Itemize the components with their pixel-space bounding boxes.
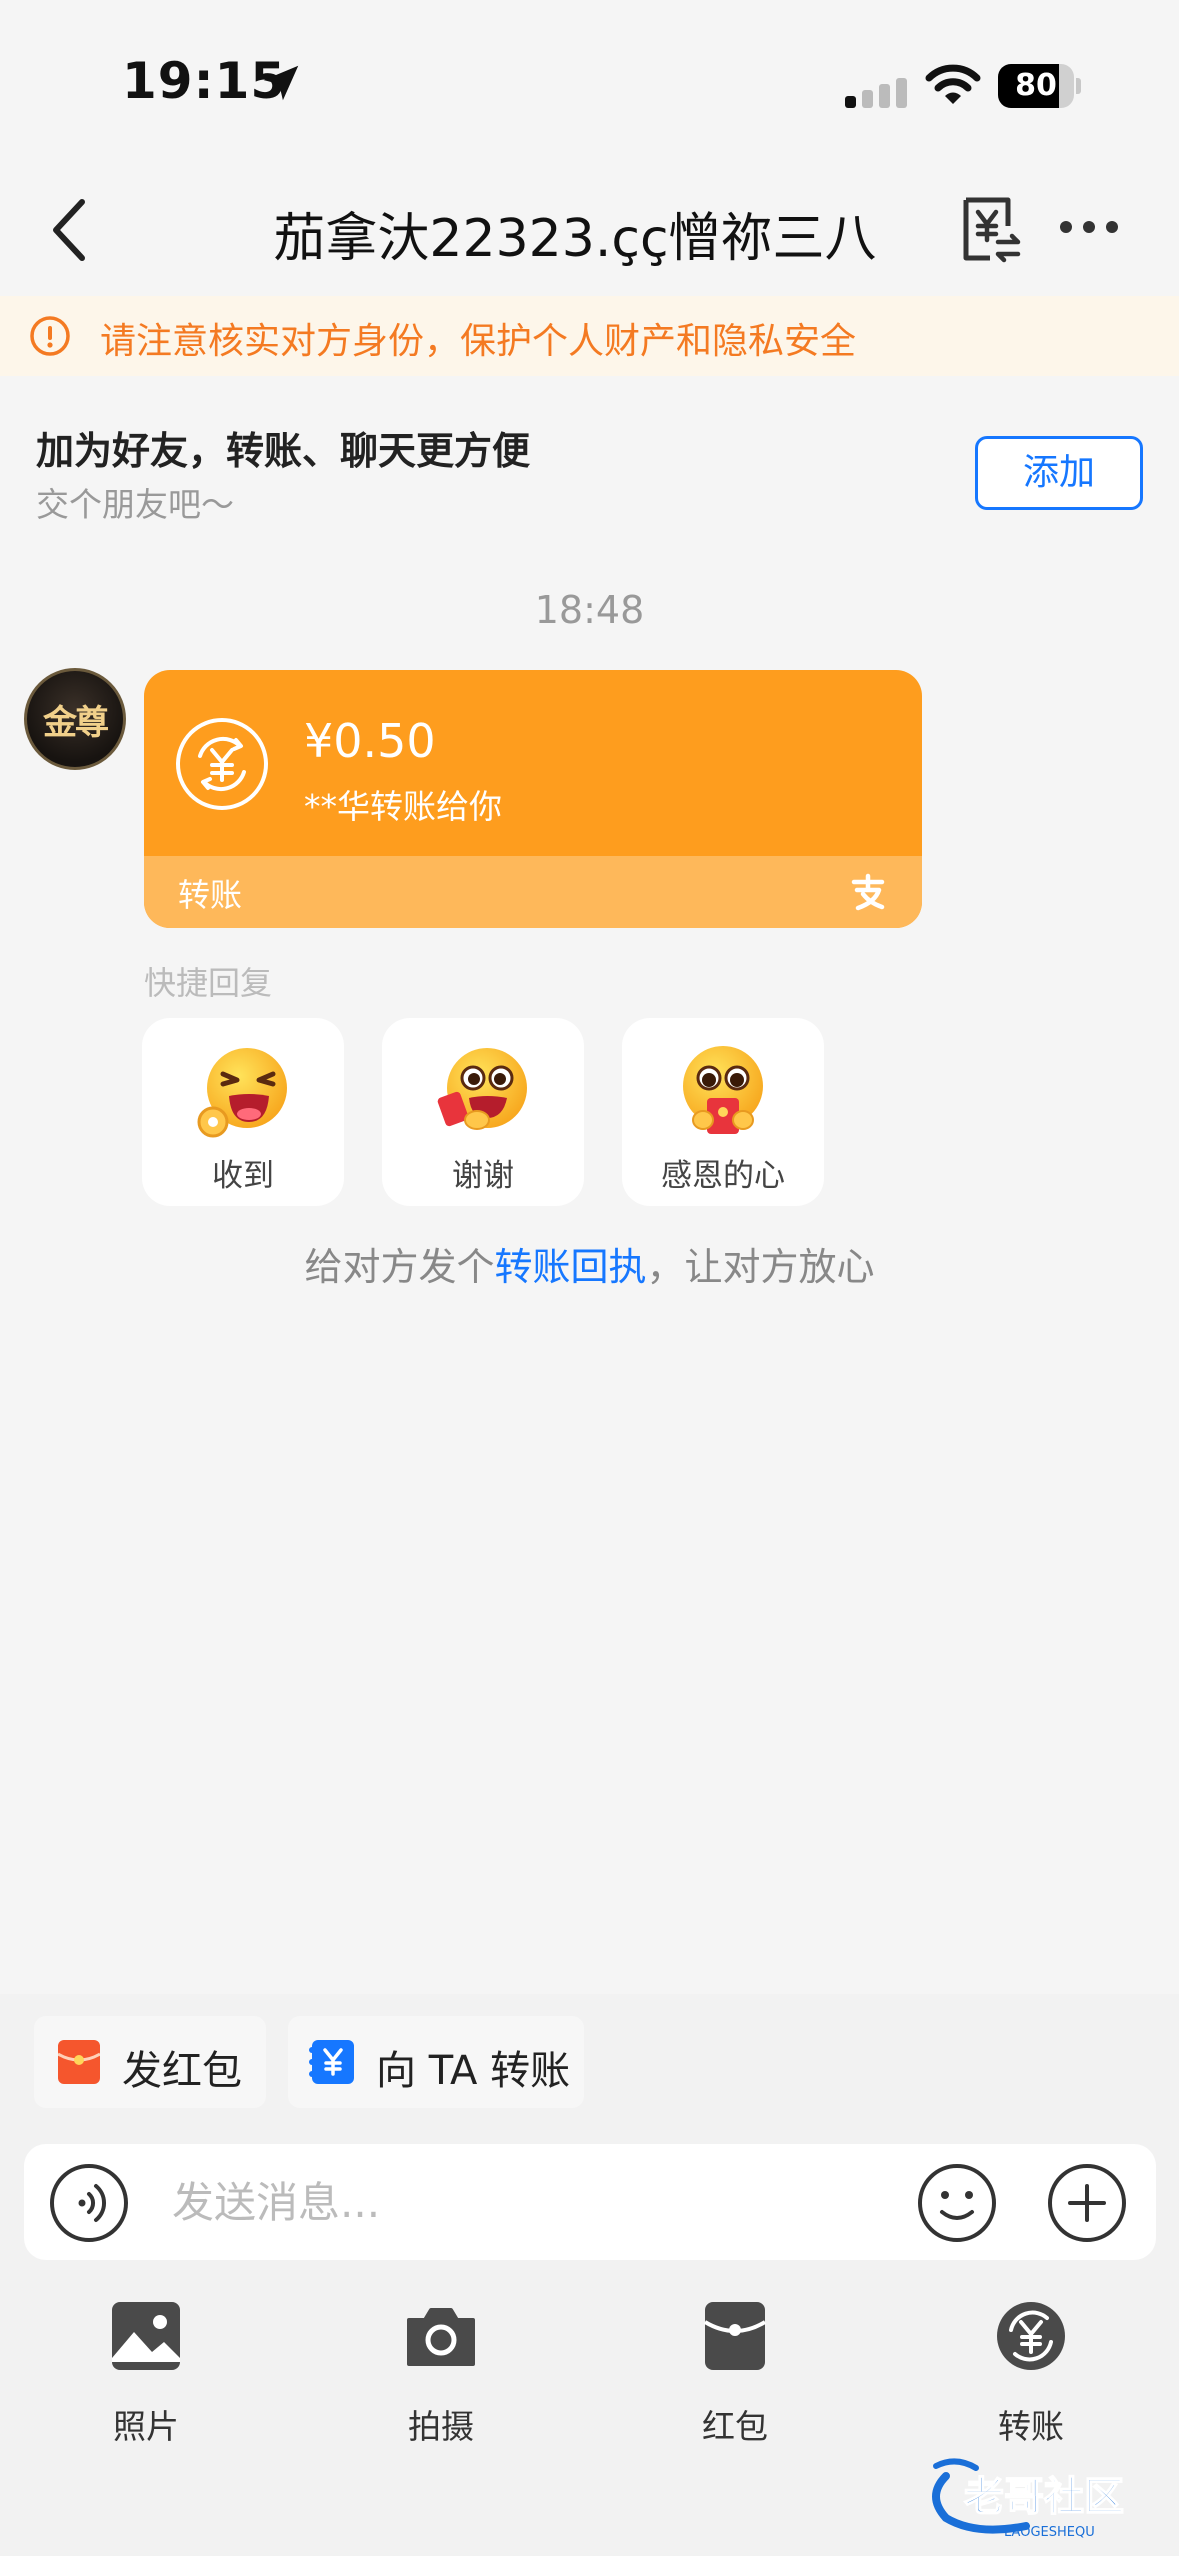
- transfer-receipt-hint: 给对方发个转账回执，让对方放心: [0, 1236, 1179, 1291]
- toolbar-camera[interactable]: 拍摄: [366, 2300, 516, 2450]
- security-warning-banner: 请注意核实对方身份，保护个人财产和隐私安全: [0, 296, 1179, 376]
- add-friend-button[interactable]: 添加: [975, 436, 1143, 510]
- quick-reply-label-thanks: 谢谢: [452, 1158, 514, 1194]
- more-options-icon[interactable]: [1058, 212, 1120, 242]
- message-input[interactable]: [172, 2172, 922, 2232]
- quick-reply-thanks[interactable]: 谢谢: [382, 1018, 584, 1206]
- watermark-subtext: LAOGESHEQU: [1004, 2525, 1095, 2540]
- laoge-community-watermark: 老哥社区 LAOGESHEQU: [932, 2458, 1125, 2540]
- heart-envelope-emoji-icon: [683, 1046, 763, 1134]
- add-friend-subtitle: 交个朋友吧～: [36, 485, 234, 524]
- transfer-description: **华转账给你: [304, 787, 502, 826]
- sender-avatar[interactable]: 金尊: [24, 668, 126, 770]
- red-envelope-icon: [58, 2040, 100, 2084]
- alipay-logo-icon: [851, 873, 885, 911]
- message-input-bar: [24, 2144, 1156, 2260]
- transfer-amount: ¥0.50: [304, 714, 436, 768]
- send-red-envelope-shortcut[interactable]: 发红包: [34, 2016, 266, 2108]
- plus-icon[interactable]: [1046, 2162, 1128, 2244]
- red-packet-icon: [703, 2302, 767, 2370]
- add-friend-title: 加为好友，转账、聊天更方便: [36, 429, 531, 473]
- battery-level: 80: [1015, 68, 1057, 103]
- wifi-icon: [925, 64, 981, 104]
- transfer-card-footer: 转账: [144, 856, 922, 928]
- toolbar-photos[interactable]: 照片: [71, 2300, 221, 2450]
- transfer-to-ta-shortcut[interactable]: 向 TA 转账: [288, 2016, 584, 2108]
- transfer-to-ta-label: 向 TA 转账: [376, 2048, 571, 2094]
- transfer-bill-icon[interactable]: [958, 196, 1024, 264]
- transfer-icon: [997, 2302, 1065, 2370]
- transfer-card-footer-label: 转账: [178, 876, 243, 914]
- send-red-envelope-label: 发红包: [122, 2048, 242, 2094]
- watermark-text: 老哥社区: [964, 2474, 1124, 2520]
- info-icon: [30, 316, 70, 356]
- voice-input-icon[interactable]: [48, 2162, 130, 2244]
- cellular-signal-icon: [845, 78, 907, 108]
- toolbar-photos-label: 照片: [113, 2407, 179, 2446]
- toolbar-transfer[interactable]: 转账: [956, 2300, 1106, 2450]
- receipt-suffix: ，让对方放心: [646, 1245, 875, 1289]
- quick-reply-label: 快捷回复: [144, 964, 273, 1002]
- transfer-message-card[interactable]: ¥0.50 **华转账给你 转账: [144, 670, 922, 928]
- avatar-text: 金尊: [43, 703, 109, 743]
- quick-reply-label-grateful-heart: 感恩的心: [661, 1158, 785, 1194]
- battery-indicator: 80: [998, 64, 1081, 108]
- transfer-yuan-icon: [176, 718, 268, 810]
- chat-title: 茄拿汏22323.çç憎祢三八: [273, 209, 877, 269]
- ok-hand-emoji-icon: [197, 1048, 287, 1138]
- emoji-icon[interactable]: [916, 2162, 998, 2244]
- toolbar-camera-label: 拍摄: [408, 2407, 474, 2446]
- receipt-prefix: 给对方发个: [304, 1245, 495, 1289]
- camera-icon: [407, 2308, 475, 2366]
- warning-text: 请注意核实对方身份，保护个人财产和隐私安全: [100, 321, 857, 362]
- toolbar-red-packet-label: 红包: [702, 2407, 768, 2446]
- photo-icon: [112, 2302, 180, 2370]
- location-arrow-icon: [263, 65, 299, 101]
- toolbar-red-packet[interactable]: 红包: [660, 2300, 810, 2450]
- transfer-receipt-link[interactable]: 转账回执: [494, 1245, 646, 1289]
- quick-reply-grateful-heart[interactable]: 感恩的心: [622, 1018, 824, 1206]
- yuan-card-icon: [309, 2040, 354, 2084]
- grateful-emoji-icon: [437, 1048, 527, 1130]
- message-timestamp: 18:48: [534, 588, 645, 632]
- quick-reply-label-received: 收到: [212, 1158, 274, 1194]
- back-button[interactable]: [40, 190, 100, 270]
- toolbar-transfer-label: 转账: [998, 2407, 1064, 2446]
- quick-reply-received[interactable]: 收到: [142, 1018, 344, 1206]
